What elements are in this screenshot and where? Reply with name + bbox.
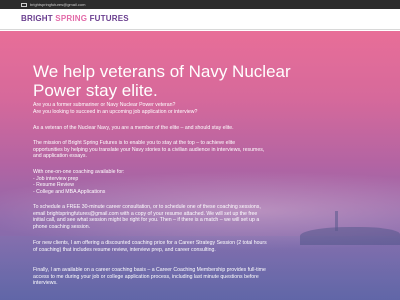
elite-statement: As a veteran of the Nuclear Navy, you ar… bbox=[33, 125, 234, 131]
hero-headline: We help veterans of Navy Nuclear Power s… bbox=[33, 62, 291, 100]
membership-paragraph: Finally, I am available on a career coac… bbox=[33, 267, 266, 286]
mission-paragraph: The mission of Bright Spring Futures is … bbox=[33, 140, 265, 159]
site-header: BRIGHT SPRING FUTURES bbox=[0, 9, 400, 30]
intro-questions: Are you a former submariner or Navy Nucl… bbox=[33, 102, 198, 115]
list-item: - College and MBA Applications bbox=[33, 188, 106, 195]
hero-section: We help veterans of Navy Nuclear Power s… bbox=[0, 31, 400, 300]
brand-word-spring: SPRING bbox=[55, 14, 88, 23]
mail-icon bbox=[21, 2, 27, 7]
coaching-list: With one-on-one coaching available for: … bbox=[33, 169, 373, 195]
brand-word-bright: BRIGHT bbox=[21, 14, 56, 23]
top-contact-bar: brightspringfutures@gmail.com bbox=[0, 0, 400, 9]
discount-paragraph: For new clients, I am offering a discoun… bbox=[33, 240, 267, 253]
brand-logo[interactable]: BRIGHT SPRING FUTURES bbox=[21, 14, 129, 23]
brand-word-futures: FUTURES bbox=[87, 14, 129, 23]
contact-email-text[interactable]: brightspringfutures@gmail.com bbox=[30, 1, 85, 8]
contact-email[interactable]: brightspringfutures@gmail.com bbox=[21, 1, 85, 8]
schedule-paragraph: To schedule a FREE 30-minute career cons… bbox=[33, 204, 261, 230]
